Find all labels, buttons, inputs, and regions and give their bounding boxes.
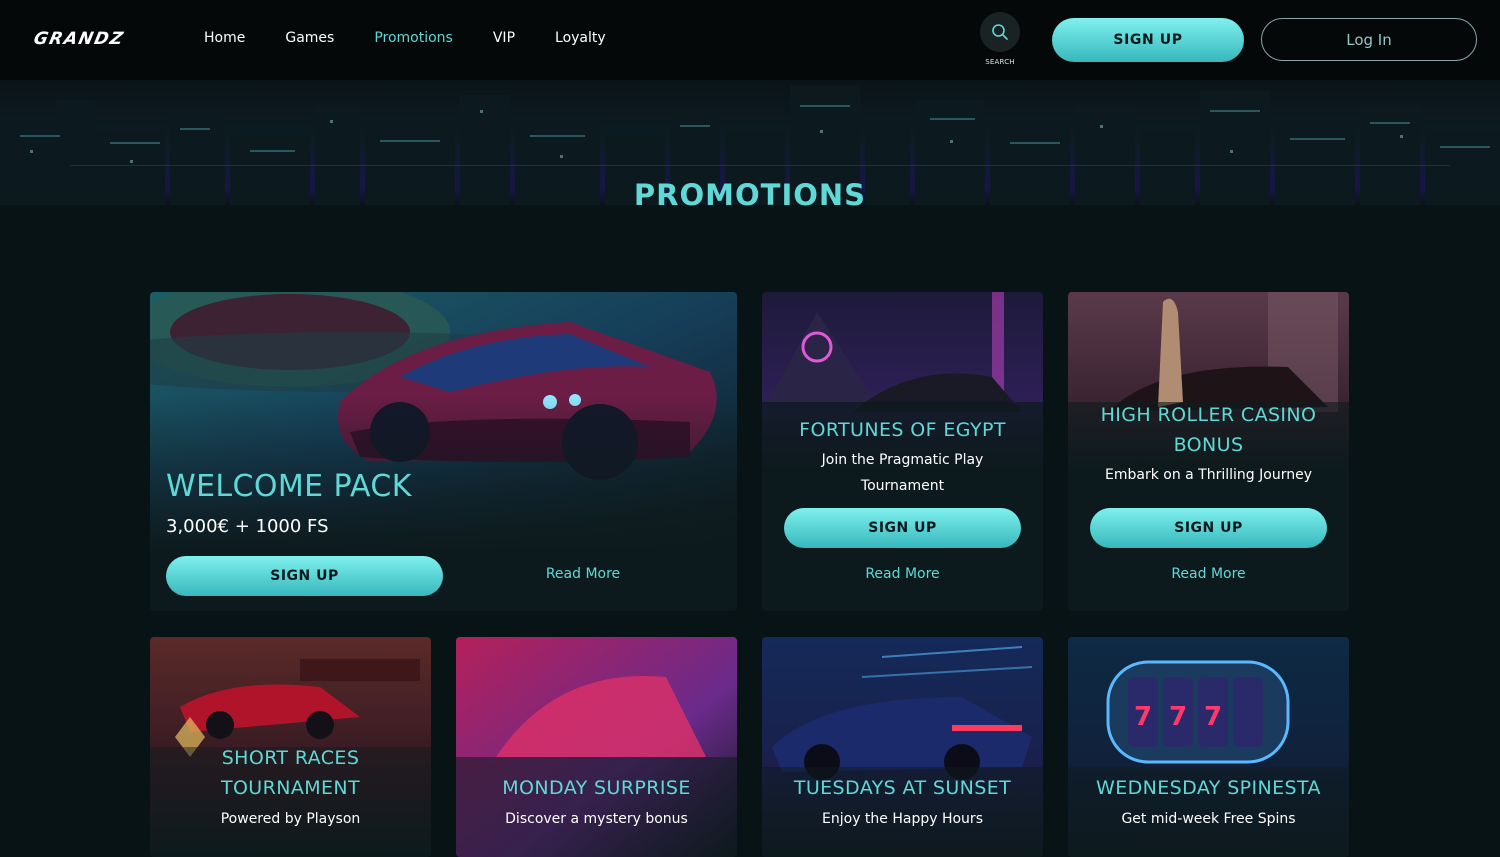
search-button[interactable]: SEARCH bbox=[980, 12, 1020, 68]
signup-button[interactable]: SIGN UP bbox=[1052, 18, 1244, 62]
promo-subtitle: Discover a mystery bonus bbox=[505, 811, 688, 827]
nav-item-promotions[interactable]: Promotions bbox=[374, 30, 453, 46]
promo-subtitle: Powered by Playson bbox=[220, 811, 361, 827]
promo-card-tuesdays-at-sunset: TUESDAYS AT SUNSET Enjoy the Happy Hours bbox=[762, 637, 1043, 857]
promo-read-more-link[interactable]: Read More bbox=[1068, 566, 1349, 582]
svg-text:7: 7 bbox=[1169, 702, 1187, 732]
promo-title: WELCOME PACK bbox=[166, 469, 412, 504]
promo-signup-button[interactable]: SIGN UP bbox=[166, 556, 443, 596]
search-label: SEARCH bbox=[985, 58, 1015, 66]
promo-card-fortunes-of-egypt: FORTUNES OF EGYPT Join the Pragmatic Pla… bbox=[762, 292, 1043, 611]
promo-image-sports-car bbox=[150, 292, 737, 552]
promo-card-high-roller: HIGH ROLLER CASINO BONUS Embark on a Thr… bbox=[1068, 292, 1349, 611]
promo-signup-button[interactable]: SIGN UP bbox=[1090, 508, 1327, 548]
logo-text: GRANDZ bbox=[31, 29, 127, 49]
promo-card-monday-surprise: MONDAY SURPRISE Discover a mystery bonus bbox=[456, 637, 737, 857]
login-button[interactable]: Log In bbox=[1261, 18, 1477, 61]
nav-item-games[interactable]: Games bbox=[285, 30, 334, 46]
promo-read-more-link[interactable]: Read More bbox=[762, 566, 1043, 582]
promo-subtitle: Get mid-week Free Spins bbox=[1121, 811, 1296, 827]
promo-title: MONDAY SURPRISE bbox=[502, 777, 691, 799]
brand-logo[interactable]: GRANDZ bbox=[31, 26, 127, 52]
promo-signup-button[interactable]: SIGN UP bbox=[784, 508, 1021, 548]
promo-subtitle: 3,000€ + 1000 FS bbox=[166, 516, 329, 537]
promo-subtitle: Enjoy the Happy Hours bbox=[822, 811, 983, 827]
nav-item-home[interactable]: Home bbox=[204, 30, 245, 46]
search-icon bbox=[980, 12, 1020, 52]
promo-title: WEDNESDAY SPINESTA bbox=[1096, 777, 1321, 799]
nav-item-loyalty[interactable]: Loyalty bbox=[555, 30, 606, 46]
top-header: GRANDZ Home Games Promotions VIP Loyalty… bbox=[0, 0, 1500, 80]
promo-subtitle: Embark on a Thrilling Journey bbox=[1105, 467, 1312, 483]
svg-text:7: 7 bbox=[1204, 702, 1222, 732]
page-title: PROMOTIONS bbox=[633, 178, 867, 212]
main-nav: Home Games Promotions VIP Loyalty bbox=[204, 30, 646, 46]
promo-card-short-races: SHORT RACES TOURNAMENT Powered by Playso… bbox=[150, 637, 431, 857]
promo-title: HIGH ROLLER CASINO BONUS bbox=[1100, 404, 1317, 456]
nav-item-vip[interactable]: VIP bbox=[493, 30, 515, 46]
svg-text:7: 7 bbox=[1134, 702, 1152, 732]
promo-read-more-link[interactable]: Read More bbox=[530, 566, 636, 582]
promo-title: SHORT RACES TOURNAMENT bbox=[220, 747, 361, 799]
promo-title: TUESDAYS AT SUNSET bbox=[793, 777, 1012, 799]
promo-card-wednesday-spinesta: 7 7 7 WEDNESDAY SPINESTA Get mid-week Fr… bbox=[1068, 637, 1349, 857]
promo-image-egypt-pyramid bbox=[762, 292, 1043, 472]
promo-card-welcome-pack: WELCOME PACK 3,000€ + 1000 FS SIGN UP Re… bbox=[150, 292, 737, 611]
promo-subtitle: Join the Pragmatic Play Tournament bbox=[821, 452, 984, 494]
promo-title: FORTUNES OF EGYPT bbox=[799, 419, 1006, 441]
